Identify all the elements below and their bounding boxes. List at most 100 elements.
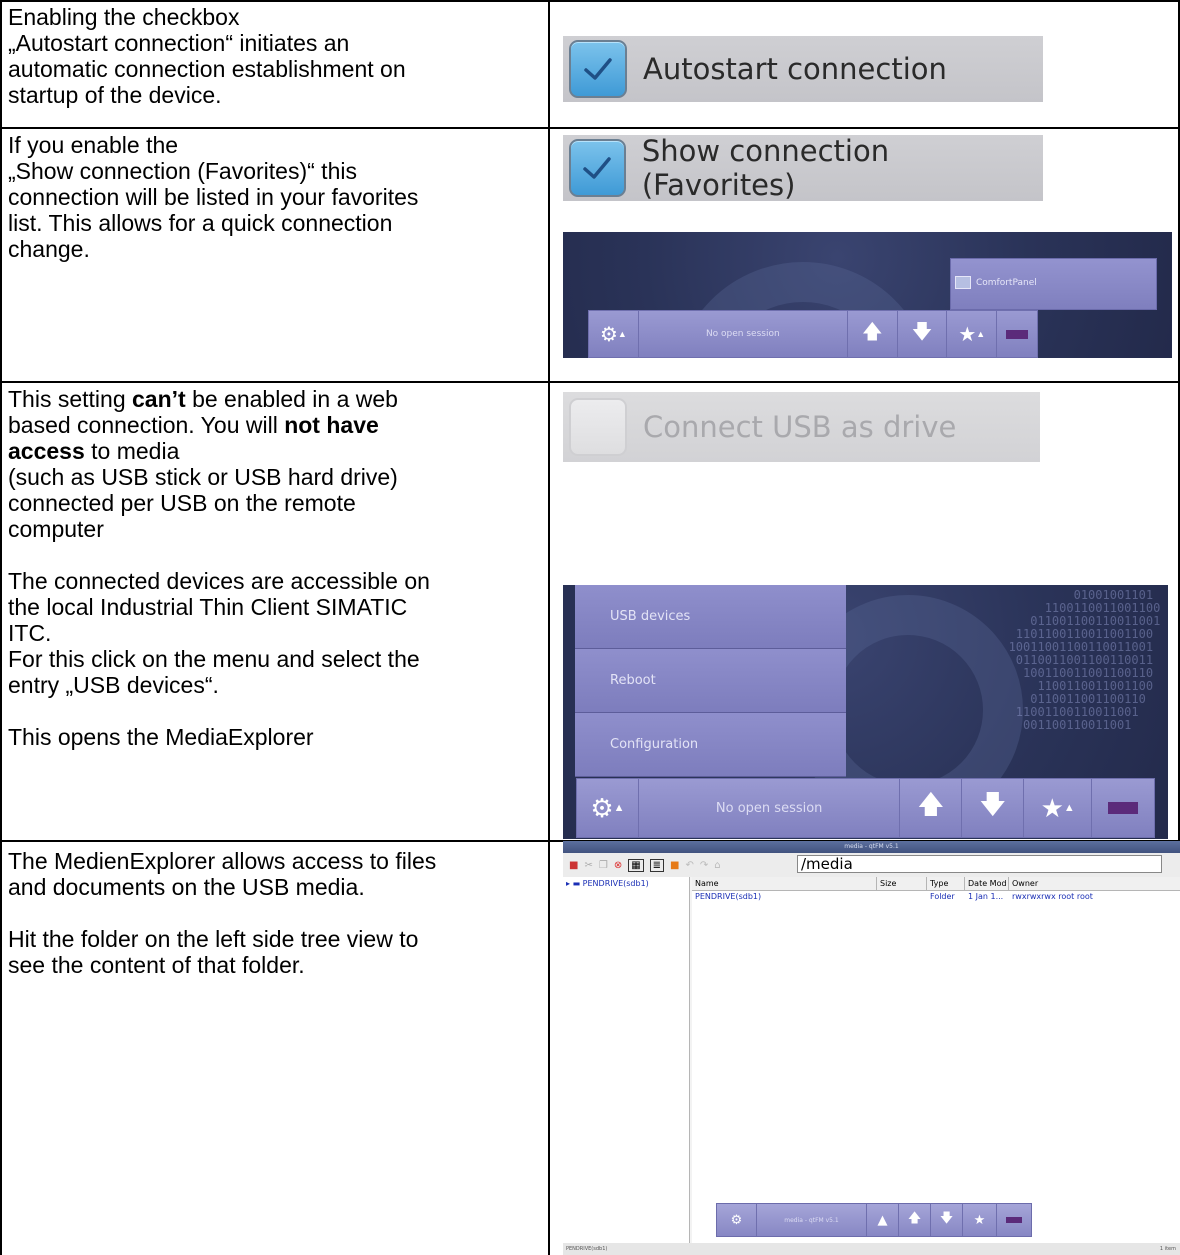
monitor-icon — [955, 276, 971, 289]
arrow-down-button[interactable]: 🡇 — [898, 311, 948, 357]
caret-up-icon: ▲ — [976, 329, 986, 339]
new-folder-icon[interactable]: ■ — [670, 860, 679, 871]
expand-icon[interactable]: ▸ — [566, 879, 570, 888]
keyboard-button[interactable] — [997, 1204, 1031, 1236]
row2-line4: list. This allows for a quick connection — [8, 210, 393, 236]
row4-spacer — [8, 900, 538, 926]
column-owner[interactable]: Owner — [1009, 877, 1129, 890]
connect-usb-as-drive-checkbox[interactable]: Connect USB as drive — [563, 392, 1040, 462]
column-name[interactable]: Name — [692, 877, 877, 890]
arrow-down-button[interactable]: 🡇 — [962, 779, 1025, 837]
arrow-up-button[interactable]: 🡅 — [900, 779, 963, 837]
arrow-up-button[interactable]: 🡅 — [848, 311, 898, 357]
media-explorer-screenshot: media - qtFM v5.1 ■ ✂ ❐ ⊗ ▦ ≣ ■ ↶ ↷ ⌂ /m… — [563, 841, 1180, 1255]
row2-line1: If you enable the — [8, 132, 179, 158]
settings-menu-button[interactable]: ⚙ ▲ — [577, 779, 639, 837]
column-size[interactable]: Size — [877, 877, 927, 890]
home-icon[interactable]: ⌂ — [714, 860, 720, 871]
row3-para3: This opens the MediaExplorer — [8, 724, 314, 750]
active-window-button[interactable]: media - qtFM v5.1 — [757, 1204, 867, 1236]
row3-para2-line2: the local Industrial Thin Client SIMATIC — [8, 594, 408, 620]
row1-line2: „Autostart connection“ initiates an — [8, 30, 350, 56]
checkbox-unchecked-icon[interactable] — [569, 398, 627, 456]
path-input[interactable]: /media — [797, 855, 1162, 873]
forward-icon[interactable]: ↷ — [700, 860, 708, 871]
row4-line3: Hit the folder on the left side tree vie… — [8, 926, 419, 952]
checkbox-checked-icon[interactable] — [569, 40, 627, 98]
arrow-down-button[interactable]: 🡇 — [931, 1204, 963, 1236]
keyboard-icon — [1006, 1217, 1022, 1223]
settings-menu-button[interactable]: ⚙ ▲ — [589, 311, 639, 357]
star-icon: ★ — [1040, 792, 1064, 823]
table-row[interactable]: PENDRIVE(sdb1) Folder 1 Jan 1... rwxrwxr… — [692, 891, 1180, 902]
row3-text-b: be enabled in a web — [185, 386, 398, 412]
file-list-header: Name Size Type Date Mod Owner — [692, 877, 1180, 891]
window-title: media - qtFM v5.1 — [563, 841, 1180, 853]
row3-bold-not-have: not have — [284, 412, 379, 438]
keyboard-icon — [1006, 329, 1029, 339]
column-type[interactable]: Type — [927, 877, 965, 890]
menu-item-usb-devices[interactable]: USB devices — [575, 585, 846, 649]
caret-up-icon: ▲ — [1063, 802, 1075, 814]
file-list: Name Size Type Date Mod Owner PENDRIVE(s… — [692, 877, 1180, 1243]
favorites-button[interactable]: ★ ▲ — [1024, 779, 1093, 837]
caret-up-icon: ▲ — [617, 329, 627, 339]
back-icon[interactable]: ↶ — [686, 860, 694, 871]
row3-spacer — [8, 542, 538, 568]
icon-view-icon[interactable]: ▦ — [628, 858, 644, 872]
gear-icon: ⚙ — [730, 1212, 743, 1228]
binary-pattern: 01001001101 1100110011001100 01100110011… — [1008, 588, 1161, 732]
list-view-icon[interactable]: ≣ — [649, 858, 665, 872]
connect-usb-as-drive-label: Connect USB as drive — [643, 410, 957, 444]
taskbar: ⚙ ▲ No open session 🡅 🡇 ★ ▲ — [588, 310, 1038, 358]
row2-line3: connection will be listed in your favori… — [8, 184, 419, 210]
row3-text-d: to media — [84, 438, 180, 464]
row3-text-c: based connection. You will — [8, 412, 285, 438]
settings-menu-button[interactable]: ⚙ — [717, 1204, 757, 1236]
row3-para2-line3: ITC. — [8, 620, 52, 646]
arrow-up-icon: 🡅 — [861, 321, 883, 343]
column-date[interactable]: Date Mod — [965, 877, 1009, 890]
drive-icon: ▬ — [572, 879, 581, 888]
row2-line2: „Show connection (Favorites)“ this — [8, 158, 357, 184]
delete-icon[interactable]: ■ — [569, 860, 578, 871]
arrow-down-icon: 🡇 — [939, 1211, 954, 1226]
table-border-left — [0, 0, 2, 1255]
copy-icon[interactable]: ❐ — [599, 860, 608, 871]
status-right: 1 item — [1159, 1246, 1176, 1252]
keyboard-button[interactable] — [1092, 779, 1154, 837]
menu-item-reboot[interactable]: Reboot — [575, 649, 846, 713]
taskbar: ⚙ ▲ No open session 🡅 🡇 ★ ▲ — [576, 778, 1155, 838]
arrow-down-icon: 🡇 — [979, 789, 1007, 819]
autostart-connection-label: Autostart connection — [643, 52, 947, 86]
show-connection-favorites-checkbox[interactable]: Show connection (Favorites) — [563, 134, 1043, 202]
keyboard-button[interactable] — [997, 311, 1037, 357]
row3-para2-line5: entry „USB devices“. — [8, 672, 219, 698]
autostart-connection-checkbox[interactable]: Autostart connection — [563, 36, 1043, 102]
row-line-1 — [0, 127, 1180, 129]
tree-item-label: PENDRIVE(sdb1) — [582, 879, 649, 888]
main-menu: USB devices Reboot Configuration — [575, 585, 846, 777]
row-line-top — [0, 0, 1180, 2]
folder-tree: ▸ ▬ PENDRIVE(sdb1) — [563, 877, 690, 1243]
gear-icon: ⚙ — [599, 323, 618, 346]
menu-item-configuration[interactable]: Configuration — [575, 713, 846, 777]
row1-line3: automatic connection establishment on — [8, 56, 406, 82]
session-status: No open session — [639, 311, 848, 357]
row3-line2: based connection. You will not have — [8, 412, 538, 438]
tree-item-pendrive[interactable]: ▸ ▬ PENDRIVE(sdb1) — [563, 877, 689, 890]
file-size — [877, 891, 927, 902]
row4-line4: see the content of that folder. — [8, 952, 305, 978]
favorites-button[interactable]: ★ ▲ — [947, 311, 998, 357]
cut-icon[interactable]: ✂ — [584, 860, 592, 871]
checkbox-checked-icon[interactable] — [569, 139, 626, 197]
arrow-up-icon: 🡅 — [917, 789, 945, 819]
favorites-button[interactable]: ★ — [963, 1204, 997, 1236]
arrow-up-button[interactable]: 🡅 — [899, 1204, 931, 1236]
row2-description: If you enable the „Show connection (Favo… — [8, 132, 538, 262]
row1-line4: startup of the device. — [8, 82, 222, 108]
row4-line2: and documents on the USB media. — [8, 874, 365, 900]
window-up-button[interactable]: ▲ — [867, 1204, 899, 1236]
favorite-item-comfortpanel[interactable]: ComfortPanel — [955, 276, 1037, 289]
stop-icon[interactable]: ⊗ — [614, 860, 622, 871]
